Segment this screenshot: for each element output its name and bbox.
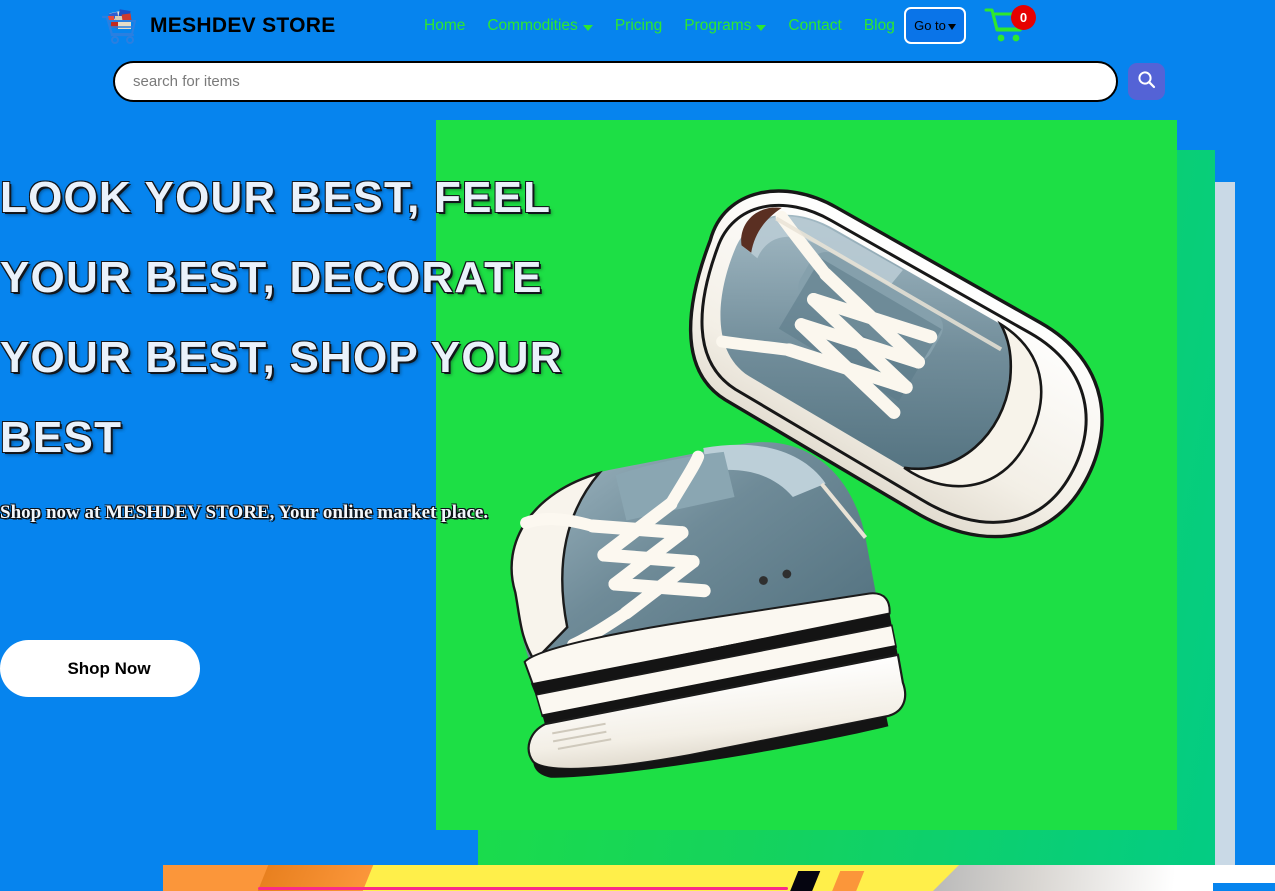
shopping-cart-logo-icon (98, 4, 142, 48)
nav-item-label: Programs (684, 17, 752, 34)
shopping-cart-icon (984, 8, 1028, 49)
cart-count-badge: 0 (1011, 5, 1036, 30)
chevron-down-icon (756, 24, 767, 31)
nav-item-contact[interactable]: Contact (788, 17, 841, 35)
bottom-promo-banner (163, 865, 1275, 891)
brand-name: MESHDEV STORE (150, 14, 336, 37)
product-image-sneakers (436, 120, 1177, 830)
nav-item-label: Pricing (614, 17, 663, 34)
banner-pink-underline (258, 887, 788, 890)
search-input[interactable] (113, 60, 1118, 102)
page-root: MESHDEV STORE Home Commodities Pricing P… (0, 0, 1275, 891)
nav-item-programs[interactable]: Programs (684, 17, 767, 35)
search-icon (1137, 70, 1156, 92)
chevron-down-icon (582, 24, 593, 31)
go-to-dropdown-button[interactable]: Go to (904, 7, 966, 44)
nav-item-home[interactable]: Home (424, 17, 465, 35)
main-navigation: Home Commodities Pricing Programs Contac… (424, 13, 895, 39)
brand-logo-group[interactable]: MESHDEV STORE (98, 4, 336, 48)
hero-product-card (436, 120, 1177, 830)
cart-button[interactable]: 0 (984, 5, 1036, 47)
go-to-label: Go to (914, 18, 946, 33)
search-bar (113, 60, 1173, 102)
site-header: MESHDEV STORE Home Commodities Pricing P… (0, 0, 1275, 52)
nav-item-label: Contact (788, 17, 842, 34)
nav-item-label: Blog (863, 17, 895, 34)
shop-now-button[interactable]: Shop Now (0, 640, 200, 697)
banner-blue-tip (1213, 883, 1275, 891)
nav-item-blog[interactable]: Blog (864, 17, 895, 35)
nav-item-label: Commodities (487, 17, 578, 34)
nav-item-pricing[interactable]: Pricing (615, 17, 662, 35)
nav-item-label: Home (424, 17, 466, 34)
chevron-down-icon (947, 24, 956, 30)
search-submit-button[interactable] (1128, 62, 1165, 100)
hero-section: LOOK YOUR BEST, FEEL YOUR BEST, DECORATE… (0, 110, 1275, 891)
nav-item-commodities[interactable]: Commodities (487, 17, 593, 35)
